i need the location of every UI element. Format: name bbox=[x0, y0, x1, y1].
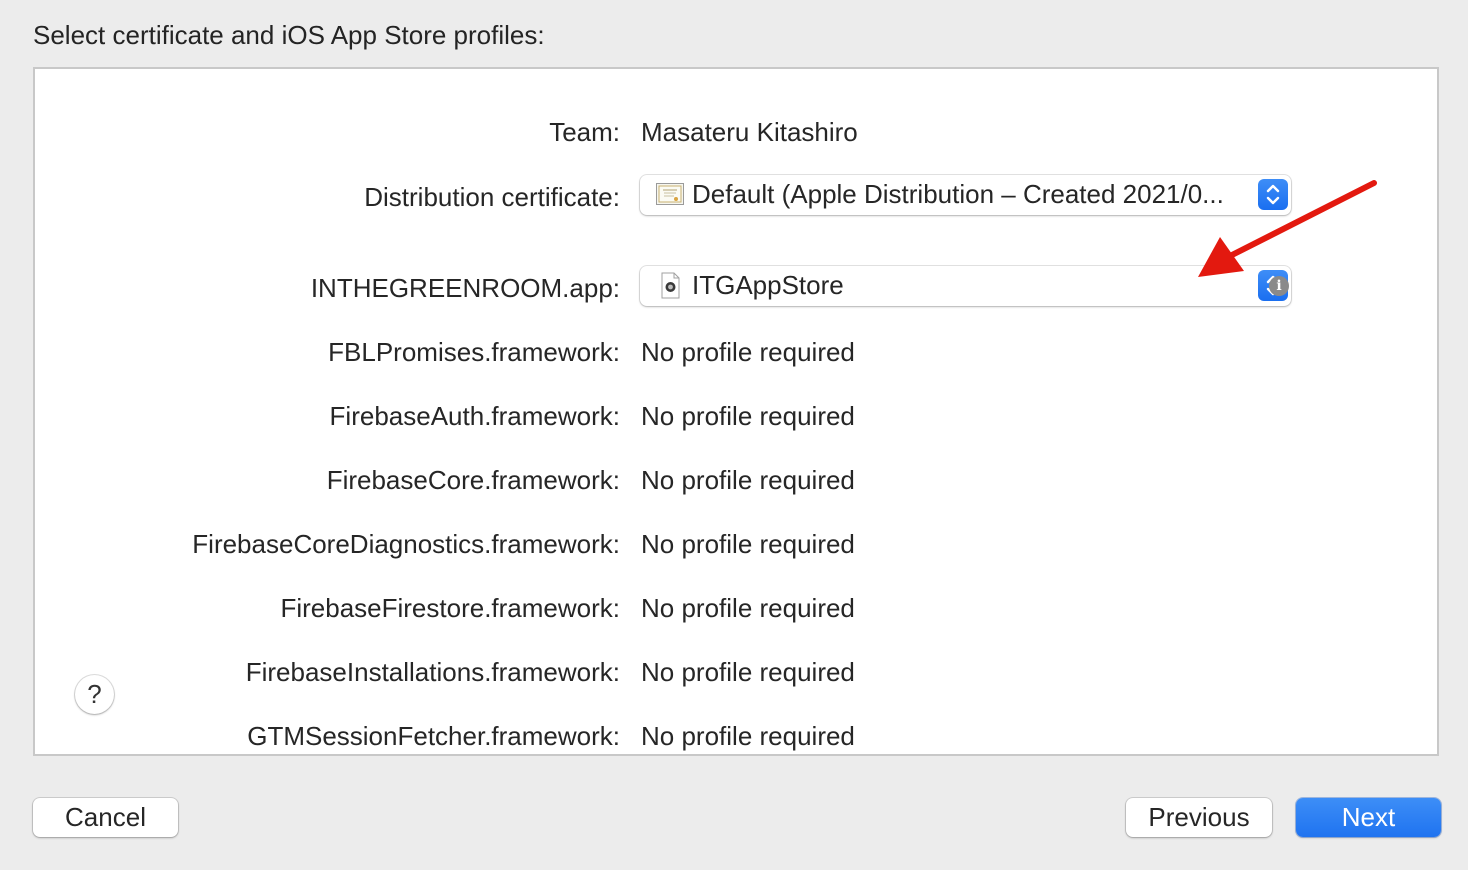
framework-label: FBLPromises.framework: bbox=[328, 337, 620, 367]
framework-label: FirebaseInstallations.framework: bbox=[245, 657, 620, 687]
framework-label: FirebaseCore.framework: bbox=[326, 465, 620, 495]
framework-value: No profile required bbox=[641, 401, 855, 431]
team-row: Team: Masateru Kitashiro bbox=[35, 112, 1437, 152]
info-icon[interactable]: i bbox=[1269, 276, 1289, 296]
app-profile-value: ITGAppStore bbox=[692, 270, 844, 300]
framework-row: FBLPromises.framework: No profile requir… bbox=[35, 332, 1437, 372]
provisioning-profile-icon bbox=[660, 272, 681, 299]
certificate-label: Distribution certificate: bbox=[364, 182, 620, 212]
previous-button[interactable]: Previous bbox=[1126, 798, 1272, 837]
framework-value: No profile required bbox=[641, 529, 855, 559]
app-label: INTHEGREENROOM.app: bbox=[310, 273, 620, 303]
help-button[interactable]: ? bbox=[75, 675, 114, 714]
framework-row: GTMSessionFetcher.framework: No profile … bbox=[35, 716, 1437, 754]
framework-row: FirebaseCore.framework: No profile requi… bbox=[35, 460, 1437, 500]
next-button[interactable]: Next bbox=[1296, 798, 1441, 837]
certificate-value: Default (Apple Distribution – Created 20… bbox=[692, 179, 1224, 209]
framework-row: FirebaseAuth.framework: No profile requi… bbox=[35, 396, 1437, 436]
certificate-popup[interactable]: Default (Apple Distribution – Created 20… bbox=[640, 175, 1291, 215]
team-label: Team: bbox=[549, 117, 620, 147]
profiles-panel: Team: Masateru Kitashiro Distribution ce… bbox=[33, 67, 1439, 756]
framework-value: No profile required bbox=[641, 465, 855, 495]
certificate-icon bbox=[656, 183, 684, 205]
app-profile-popup[interactable]: ITGAppStore bbox=[640, 266, 1291, 306]
framework-value: No profile required bbox=[641, 721, 855, 751]
framework-row: FirebaseFirestore.framework: No profile … bbox=[35, 588, 1437, 628]
framework-row: FirebaseCoreDiagnostics.framework: No pr… bbox=[35, 524, 1437, 564]
up-down-chevron-icon[interactable] bbox=[1258, 179, 1288, 210]
cancel-button[interactable]: Cancel bbox=[33, 798, 178, 837]
framework-label: FirebaseAuth.framework: bbox=[329, 401, 620, 431]
framework-label: GTMSessionFetcher.framework: bbox=[247, 721, 620, 751]
framework-label: FirebaseCoreDiagnostics.framework: bbox=[192, 529, 620, 559]
framework-label: FirebaseFirestore.framework: bbox=[280, 593, 620, 623]
page-title: Select certificate and iOS App Store pro… bbox=[33, 20, 545, 50]
framework-value: No profile required bbox=[641, 337, 855, 367]
framework-row: FirebaseInstallations.framework: No prof… bbox=[35, 652, 1437, 692]
framework-value: No profile required bbox=[641, 593, 855, 623]
framework-value: No profile required bbox=[641, 657, 855, 687]
team-value: Masateru Kitashiro bbox=[641, 117, 858, 147]
